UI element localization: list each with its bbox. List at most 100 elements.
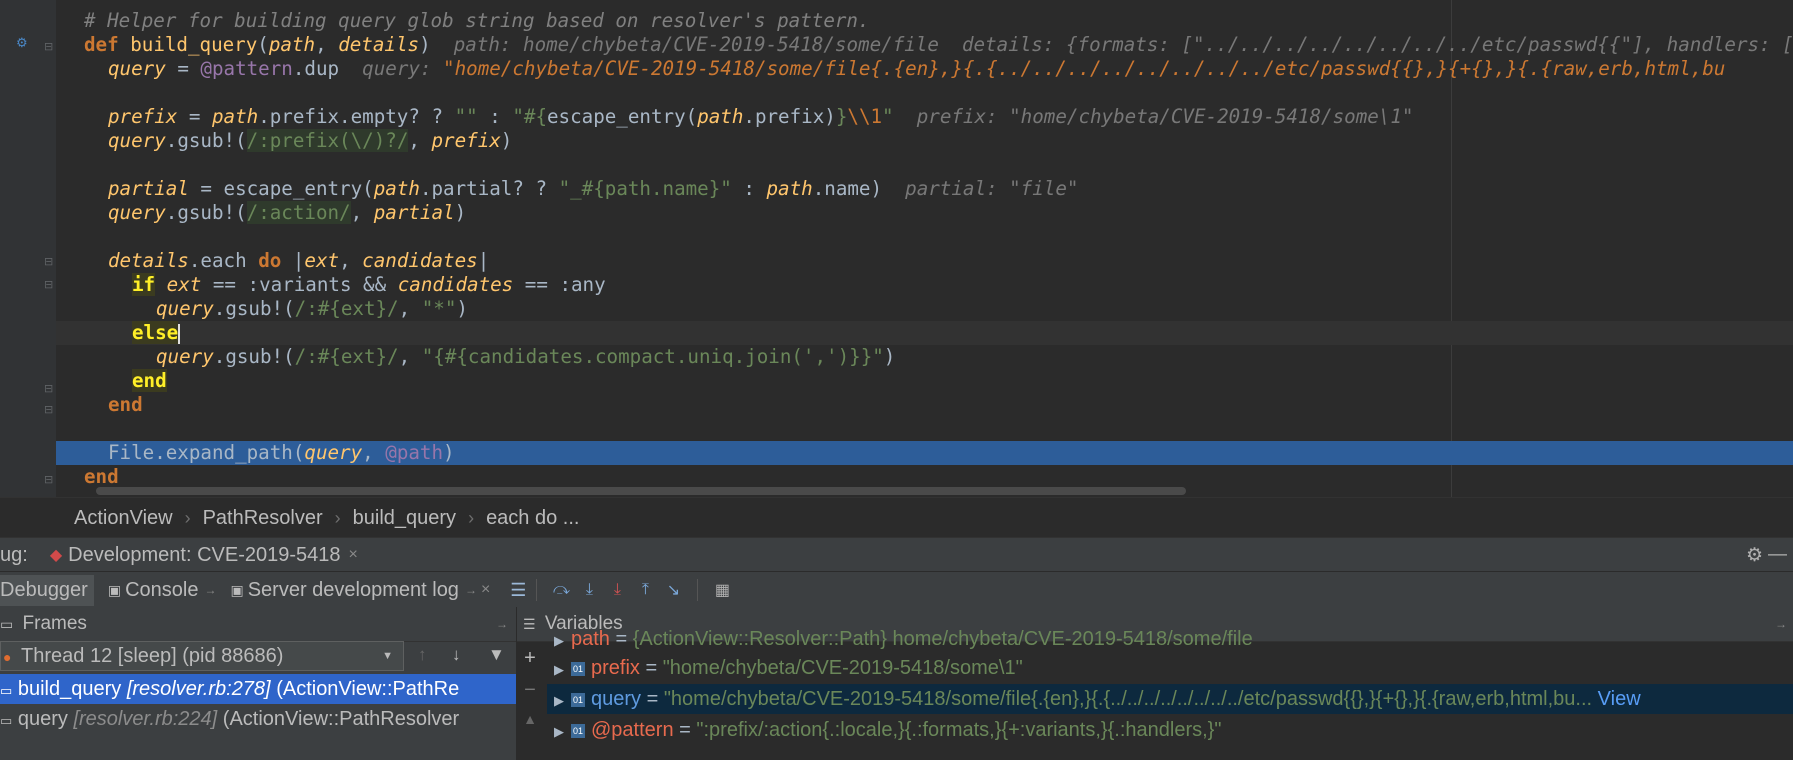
run-config-tab[interactable]: Development: CVE-2019-5418 (68, 544, 340, 567)
variable-type-icon: 01 (571, 692, 585, 707)
variable: query (108, 57, 166, 80)
pin-icon[interactable]: → (496, 607, 508, 641)
variable-value: "home/chybeta/CVE-2019-5418/some\1" (662, 657, 1023, 679)
pin-icon[interactable]: → (465, 583, 477, 597)
code-line[interactable]: query.gsub!(/:#{ext}/, "*") (56, 297, 1793, 321)
thread-status-icon: ● (3, 649, 12, 665)
expand-icon[interactable]: ▶ (547, 717, 571, 747)
breadcrumb-item[interactable]: PathResolver (191, 507, 335, 530)
step-into-icon[interactable]: ⤓ (575, 581, 603, 599)
gear-icon[interactable]: ⚙ (1746, 544, 1763, 567)
editor-gutter[interactable]: ⚙ ⊟ ⊟ ⊟ ⊟ ⊟ ⊟ (0, 0, 56, 497)
variable-row-selected[interactable]: ▶ 01 query = "home/chybeta/CVE-2019-5418/s… (547, 684, 1793, 714)
code-line[interactable]: query.gsub!(/:action/, partial) (56, 201, 1793, 225)
expand-icon[interactable]: ▶ (547, 686, 571, 716)
fold-icon[interactable]: ⊟ (44, 40, 53, 53)
variable-type-icon: 01 (571, 661, 585, 676)
regex-literal: /:#{ext}/ (294, 297, 399, 320)
horizontal-scrollbar[interactable] (96, 487, 1186, 495)
close-icon[interactable]: × (481, 581, 490, 599)
fold-icon[interactable]: ⊟ (44, 473, 53, 486)
breadcrumb-item[interactable]: ActionView (0, 507, 185, 530)
code-text: .prefix) (743, 105, 836, 128)
keyword-end: end (84, 465, 119, 488)
close-icon[interactable]: × (349, 546, 358, 564)
variable: path (766, 177, 813, 200)
breadcrumb-item[interactable]: build_query (341, 507, 468, 530)
variable-row[interactable]: ▶ path = {ActionView::Resolver::Path} hom… (547, 629, 1793, 649)
inline-value-hint: path: home/chybeta/CVE-2019-5418/some/fi… (453, 33, 1793, 56)
code-text: , (362, 441, 386, 464)
fold-icon[interactable]: ⊟ (44, 255, 53, 268)
frame-class: (ActionView::PathRe (276, 678, 460, 700)
code-line[interactable]: details.each do |ext, candidates| (56, 249, 1793, 273)
variable: candidates (397, 273, 514, 296)
variable-eq: = (609, 629, 633, 649)
tab-console[interactable]: Console (125, 579, 198, 602)
code-line-current[interactable]: else (56, 321, 1793, 345)
variables-panel: ☰ Variables → + − ▲ ▶ path = {ActionView:… (517, 607, 1793, 760)
code-line[interactable]: partial = escape_entry(path.partial? ? "… (56, 177, 1793, 201)
code-line[interactable]: end (56, 465, 1793, 489)
inline-value-hint: query: (362, 57, 444, 80)
variable-row[interactable]: ▶ 01 @pattern = ":prefix/:action{.:locale,… (547, 715, 1793, 745)
frame-row-selected[interactable]: ▭ build_query [resolver.rb:278] (ActionV… (0, 674, 516, 704)
code-line[interactable]: if ext == :variants && candidates == :an… (56, 273, 1793, 297)
breadcrumb: ActionView › PathResolver › build_query … (0, 497, 1793, 538)
fold-icon[interactable]: ⊟ (44, 403, 53, 416)
code-line[interactable]: def build_query(path, details) path: hom… (56, 33, 1793, 57)
breadcrumb-item[interactable]: each do ... (474, 507, 591, 530)
frame-icon: ▭ (0, 683, 13, 698)
move-up-icon[interactable]: ▲ (517, 711, 543, 727)
thread-select[interactable]: ● Thread 12 [sleep] (pid 88686) ▼ (0, 641, 404, 671)
frame-down-icon[interactable]: ↓ (452, 645, 461, 665)
filter-icon[interactable]: ▼ (488, 645, 505, 665)
minimize-icon[interactable]: — (1768, 544, 1787, 566)
step-out-icon[interactable]: ⤒ (631, 581, 659, 599)
code-line[interactable]: query = @pattern.dup query: "home/chybet… (56, 57, 1793, 81)
frame-row[interactable]: ▭ query [resolver.rb:224] (ActionView::P… (0, 704, 516, 734)
code-editor[interactable]: ⚙ ⊟ ⊟ ⊟ ⊟ ⊟ ⊟ # Helper for building quer… (0, 0, 1793, 497)
expand-icon[interactable]: ▶ (547, 631, 571, 649)
code-line[interactable]: # Helper for building query glob string … (56, 9, 1793, 33)
method-name: build_query (130, 33, 258, 56)
view-link[interactable]: View (1598, 688, 1641, 710)
tab-server-log[interactable]: Server development log (248, 579, 459, 602)
escape-sequence: \\1 (847, 105, 883, 128)
keyword-end: end (132, 369, 167, 392)
tab-debugger[interactable]: Debugger (0, 574, 94, 606)
variable-eq: = (673, 719, 697, 741)
execution-point-line[interactable]: File.expand_path(query, @path) (56, 441, 1793, 465)
frame-method: build_query (17, 678, 122, 700)
run-to-cursor-icon[interactable]: ↘ (659, 580, 687, 600)
frame-method: query (17, 708, 68, 730)
code-line[interactable]: end (56, 393, 1793, 417)
code-line[interactable]: end (56, 369, 1793, 393)
code-line[interactable]: prefix = path.prefix.empty? ? "" : "#{es… (56, 105, 1793, 129)
variable: candidates (362, 249, 478, 272)
variable-row[interactable]: ▶ 01 prefix = "home/chybeta/CVE-2019-5418/… (547, 653, 1793, 683)
code-text: , (408, 129, 432, 152)
add-watch-icon[interactable]: + (517, 647, 543, 670)
expand-icon[interactable]: ▶ (547, 655, 571, 685)
step-over-icon[interactable]: ⤼ (547, 581, 575, 599)
string-literal: "_#{path.name}" (558, 177, 732, 200)
pin-icon[interactable]: → (204, 583, 216, 597)
code-area[interactable]: # Helper for building query glob string … (56, 0, 1793, 497)
frame-up-icon[interactable]: ↑ (418, 645, 427, 665)
code-line[interactable]: query.gsub!(/:prefix(\/)?/, prefix) (56, 129, 1793, 153)
fold-icon[interactable]: ⊟ (44, 278, 53, 291)
threads-icon[interactable]: ☰ (510, 580, 526, 601)
breakpoint-method-icon[interactable]: ⚙ (16, 36, 30, 50)
variable: details (108, 249, 189, 272)
inline-value-hint: partial: "file" (905, 177, 1079, 200)
regex-literal: /:prefix(\/)?/ (246, 129, 409, 152)
regex-literal: /:action/ (246, 201, 351, 224)
variable-value: "home/chybeta/CVE-2019-5418/some/file{.{… (663, 688, 1593, 710)
remove-watch-icon[interactable]: − (517, 679, 543, 702)
code-line[interactable]: query.gsub!(/:#{ext}/, "{#{candidates.co… (56, 345, 1793, 369)
force-step-into-icon[interactable]: ⤓ (603, 581, 631, 599)
evaluate-expression-icon[interactable]: ▦ (708, 580, 736, 600)
code-text: | (477, 249, 490, 272)
fold-icon[interactable]: ⊟ (44, 382, 53, 395)
